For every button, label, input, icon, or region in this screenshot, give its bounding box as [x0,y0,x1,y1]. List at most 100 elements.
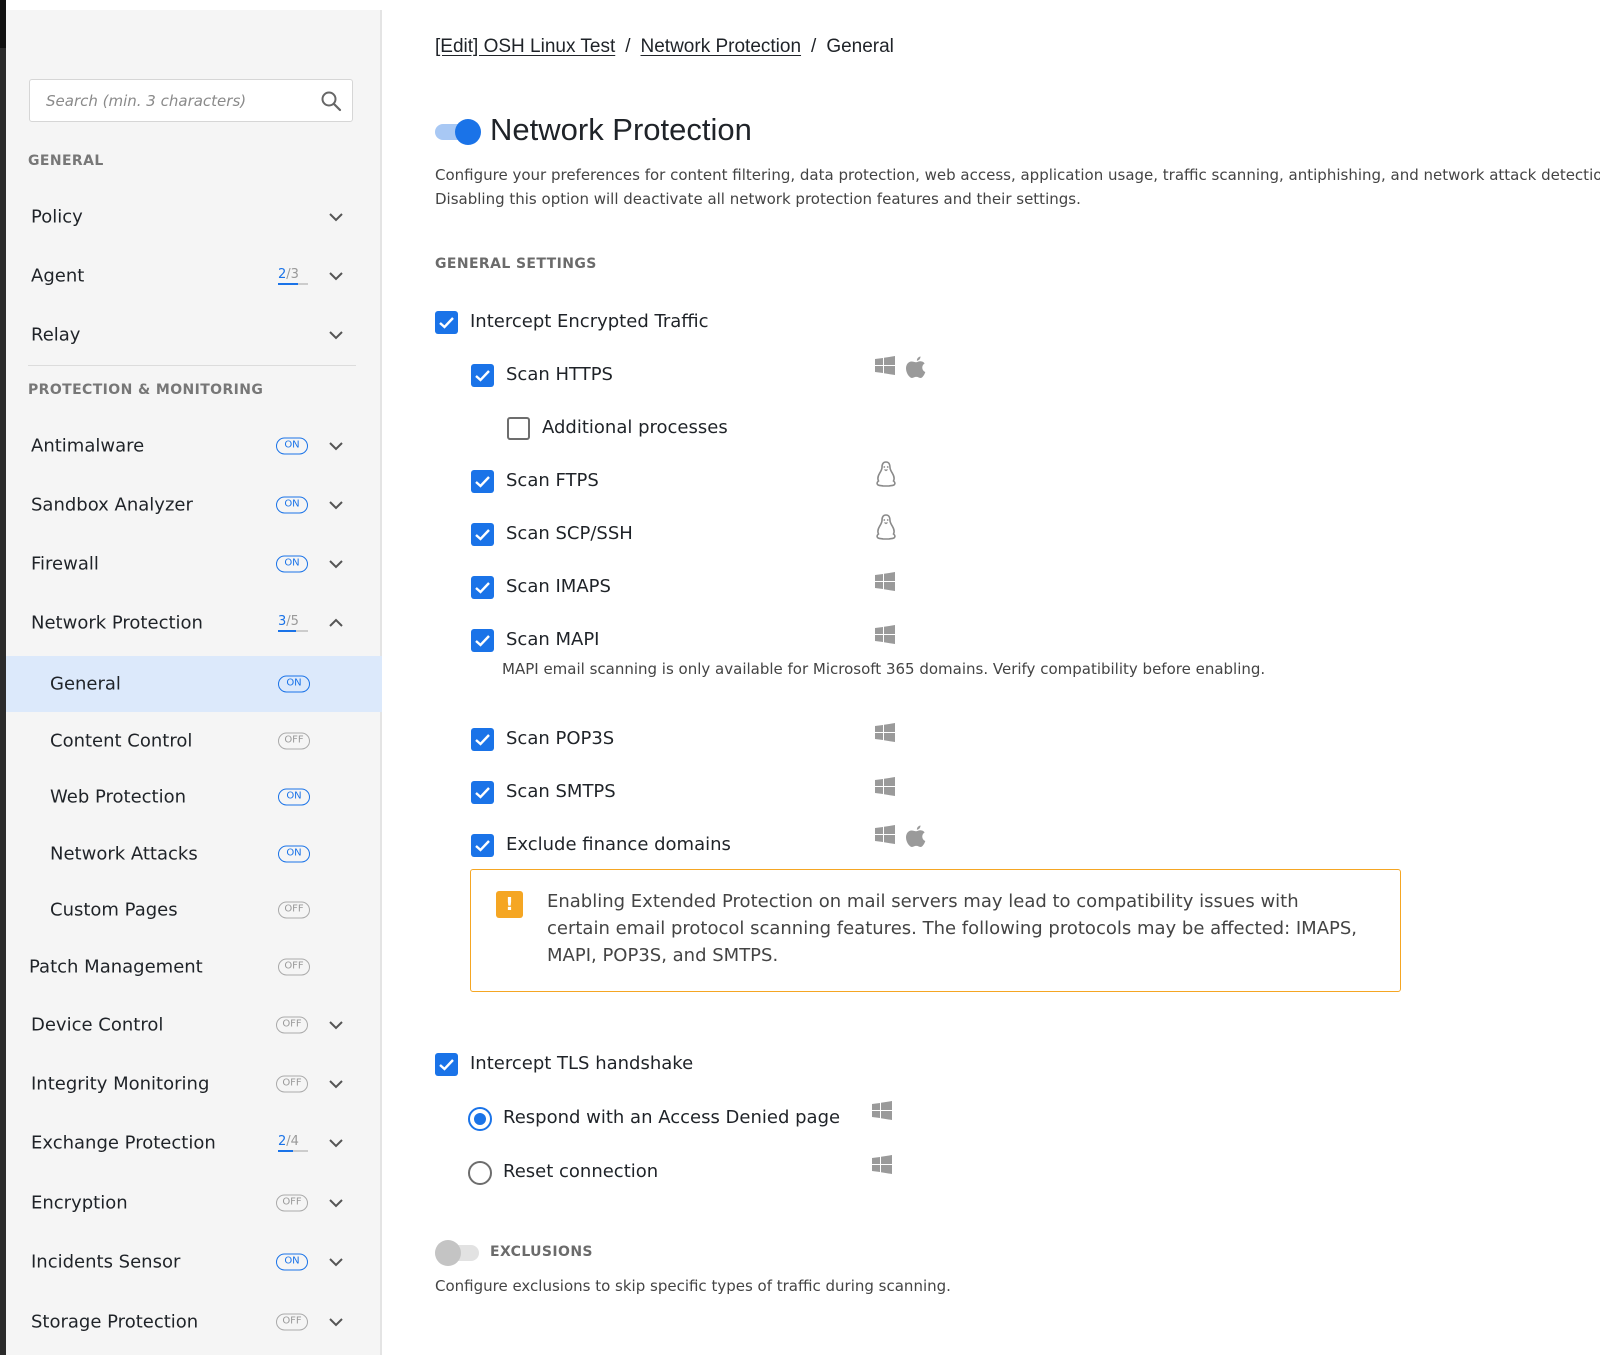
sidebar-item-storage-protection[interactable]: Storage Protection OFF [6,1294,382,1350]
sidebar-divider [28,365,356,366]
status-badge: ON [278,675,310,693]
page-description: Configure your preferences for content f… [435,166,1600,208]
sidebar-item-integrity-monitoring[interactable]: Integrity Monitoring OFF [6,1056,382,1112]
warning-text: Enabling Extended Protection on mail ser… [547,891,1358,966]
chevron-down-icon[interactable] [327,1075,345,1093]
sidebar-item-label: Agent [31,265,85,287]
sidebar-item-label: Relay [31,324,81,346]
sidebar-item-network-attacks[interactable]: Network Attacks ON [6,826,382,882]
checkbox-checked-icon[interactable] [471,364,494,387]
checkbox-label: Scan SCP/SSH [506,523,633,544]
sidebar-item-incidents-sensor[interactable]: Incidents Sensor ON [6,1234,382,1290]
page-title: Network Protection [490,112,752,147]
chevron-down-icon[interactable] [327,326,345,344]
checkbox-label: Scan IMAPS [506,576,611,597]
sidebar-item-sandbox-analyzer[interactable]: Sandbox Analyzer ON [6,477,382,533]
status-badge: OFF [278,732,310,750]
sidebar-item-label: Storage Protection [31,1311,199,1333]
sidebar-item-label: Content Control [50,730,193,752]
chevron-up-icon[interactable] [327,614,345,632]
platform-icons [874,460,906,488]
checkbox-checked-icon[interactable] [435,311,458,334]
sidebar-item-device-control[interactable]: Device Control OFF [6,997,382,1053]
checkbox-checked-icon[interactable] [471,576,494,599]
checkbox-checked-icon[interactable] [471,781,494,804]
chevron-down-icon[interactable] [327,208,345,226]
apple-icon [906,356,926,378]
checkbox-label: Scan MAPI [506,629,600,650]
windows-icon [875,825,895,844]
breadcrumb-link-policy[interactable]: [Edit] OSH Linux Test [435,36,615,57]
sidebar-item-web-protection[interactable]: Web Protection ON [6,769,382,825]
sidebar-item-label: Network Attacks [50,843,198,865]
status-badge: ON [278,845,310,863]
linux-icon [876,461,896,487]
breadcrumb-link-network-protection[interactable]: Network Protection [641,36,802,57]
search-input[interactable]: Search (min. 3 characters) [29,79,353,122]
radio-label: Respond with an Access Denied page [503,1107,841,1128]
checkbox-checked-icon[interactable] [471,523,494,546]
sidebar-item-label: Device Control [31,1014,164,1036]
sidebar-item-label: General [50,673,121,695]
chevron-down-icon[interactable] [327,496,345,514]
chevron-down-icon[interactable] [327,267,345,285]
status-badge: ON [276,496,308,514]
sidebar-item-label: Exchange Protection [31,1132,216,1154]
checkbox-label: Scan SMTPS [506,781,616,802]
sidebar-item-patch-management[interactable]: Patch Management OFF [6,939,382,995]
radio-unselected-icon[interactable] [468,1161,492,1185]
breadcrumb: [Edit] OSH Linux Test / Network Protection… [435,36,894,58]
sidebar-item-label: Custom Pages [50,899,178,921]
breadcrumb-separator: / [811,36,817,57]
sidebar-item-relay[interactable]: Relay [6,307,382,363]
exclusions-description: Configure exclusions to skip specific ty… [435,1277,951,1295]
checkbox-checked-icon[interactable] [471,834,494,857]
chevron-down-icon[interactable] [327,1016,345,1034]
checkbox-checked-icon[interactable] [435,1053,458,1076]
chevron-down-icon[interactable] [327,437,345,455]
checkbox-checked-icon[interactable] [471,470,494,493]
sidebar-item-label: Encryption [31,1192,128,1214]
sidebar-item-general[interactable]: General ON [6,656,382,712]
sidebar-item-label: Firewall [31,553,99,575]
checkbox-label: Scan FTPS [506,470,599,491]
warning-box: ! Enabling Extended Protection on mail s… [470,869,1401,992]
platform-icons [874,776,904,804]
search-icon[interactable] [319,89,343,113]
chevron-down-icon[interactable] [327,1134,345,1152]
sidebar-item-content-control[interactable]: Content Control OFF [6,713,382,769]
checkbox-label: Exclude finance domains [506,834,731,855]
chevron-down-icon[interactable] [327,555,345,573]
sidebar-item-encryption[interactable]: Encryption OFF [6,1175,382,1231]
checkbox-label: Intercept TLS handshake [470,1053,694,1074]
windows-icon [875,723,895,742]
checkbox-checked-icon[interactable] [471,728,494,751]
chevron-down-icon[interactable] [327,1253,345,1271]
status-badge: ON [276,555,308,573]
windows-icon [875,625,895,644]
general-settings-heading: GENERAL SETTINGS [435,256,597,272]
sidebar-item-custom-pages[interactable]: Custom Pages OFF [6,882,382,938]
sidebar-item-exchange-protection[interactable]: Exchange Protection 2/4 [6,1115,382,1171]
sidebar-item-firewall[interactable]: Firewall ON [6,536,382,592]
chevron-down-icon[interactable] [327,1194,345,1212]
checkbox-checked-icon[interactable] [471,629,494,652]
sidebar-item-label: Patch Management [29,956,203,978]
platform-icons [874,722,904,750]
sidebar-item-agent[interactable]: Agent 2/3 [6,248,382,304]
exclusions-toggle[interactable] [435,1240,483,1266]
status-badge: OFF [276,1075,308,1093]
sidebar-item-label: Network Protection [31,612,203,634]
radio-selected-icon[interactable] [468,1107,492,1131]
chevron-down-icon[interactable] [327,1313,345,1331]
apple-icon [906,825,926,847]
status-badge: OFF [278,958,310,976]
sidebar-item-network-protection[interactable]: Network Protection 3/5 [6,595,382,651]
checkbox-unchecked-icon[interactable] [507,417,530,440]
network-protection-toggle[interactable] [435,119,483,145]
platform-icons [874,571,904,599]
platform-icons [874,513,906,541]
sidebar-item-policy[interactable]: Policy [6,189,382,245]
sidebar-item-antimalware[interactable]: Antimalware ON [6,418,382,474]
checkbox-label: Intercept Encrypted Traffic [470,311,709,332]
